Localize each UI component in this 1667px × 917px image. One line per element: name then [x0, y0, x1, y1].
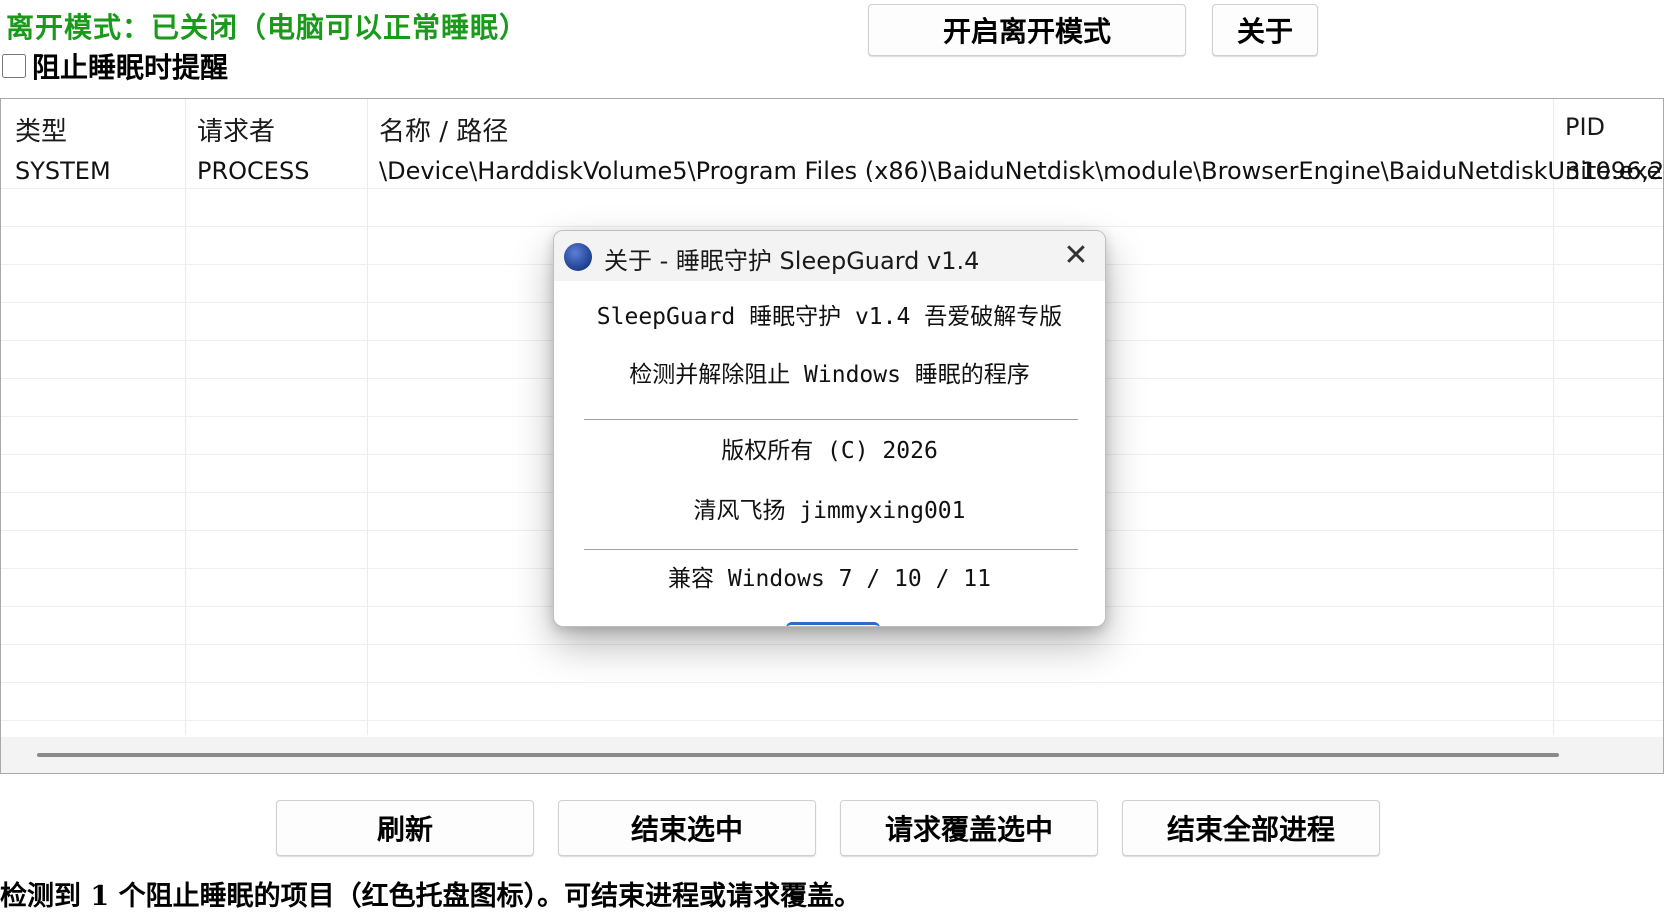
dialog-divider — [584, 549, 1078, 550]
refresh-button[interactable]: 刷新 — [276, 800, 534, 856]
table-row[interactable]: SYSTEM PROCESS \Device\HarddiskVolume5\P… — [1, 151, 1663, 189]
cell-path: \Device\HarddiskVolume5\Program Files (x… — [379, 157, 1662, 185]
status-message: 检测到 1 个阻止睡眠的项目（红色托盘图标）。可结束进程或请求覆盖。 — [0, 881, 862, 912]
about-description-line: 检测并解除阻止 Windows 睡眠的程序 — [629, 362, 1030, 388]
override-selected-button[interactable]: 请求覆盖选中 — [840, 800, 1098, 856]
about-dialog: 关于 - 睡眠守护 SleepGuard v1.4 ✕ SleepGuard 睡… — [553, 230, 1106, 627]
column-header-requester[interactable]: 请求者 — [197, 111, 275, 148]
remind-checkbox-row[interactable]: 阻止睡眠时提醒 — [2, 46, 228, 86]
dialog-title-bar[interactable]: 关于 - 睡眠守护 SleepGuard v1.4 ✕ — [554, 231, 1105, 281]
empty-row — [1, 683, 1663, 721]
cell-pid: 31096,29 — [1565, 157, 1664, 185]
blue-globe-icon — [564, 243, 592, 271]
horizontal-scrollbar[interactable] — [1, 737, 1663, 773]
enable-away-mode-button[interactable]: 开启离开模式 — [868, 4, 1186, 56]
empty-row — [1, 189, 1663, 227]
empty-row — [1, 645, 1663, 683]
about-copyright-line: 版权所有 (C) 2026 — [721, 438, 938, 464]
dialog-ok-button[interactable] — [786, 622, 880, 626]
away-mode-status: 离开模式：已关闭（电脑可以正常睡眠） — [6, 11, 529, 44]
dialog-title: 关于 - 睡眠守护 SleepGuard v1.4 — [604, 247, 980, 275]
cell-requester: PROCESS — [197, 157, 310, 185]
about-author-line: 清风飞扬 jimmyxing001 — [693, 498, 966, 524]
column-header-path[interactable]: 名称 / 路径 — [379, 111, 508, 148]
column-header-pid[interactable]: PID — [1565, 113, 1605, 141]
remind-checkbox[interactable] — [2, 54, 26, 78]
cell-type: SYSTEM — [15, 157, 111, 185]
dialog-divider — [584, 419, 1078, 420]
scrollbar-thumb[interactable] — [37, 753, 1559, 757]
column-header-type[interactable]: 类型 — [15, 111, 67, 148]
about-button[interactable]: 关于 — [1212, 4, 1318, 56]
end-selected-button[interactable]: 结束选中 — [558, 800, 816, 856]
about-compat-line: 兼容 Windows 7 / 10 / 11 — [668, 566, 991, 592]
close-icon[interactable]: ✕ — [1061, 241, 1091, 271]
end-all-processes-button[interactable]: 结束全部进程 — [1122, 800, 1380, 856]
list-header: 类型 请求者 名称 / 路径 PID — [1, 99, 1663, 151]
about-version-line: SleepGuard 睡眠守护 v1.4 吾爱破解专版 — [596, 304, 1063, 330]
remind-checkbox-label: 阻止睡眠时提醒 — [32, 51, 229, 84]
